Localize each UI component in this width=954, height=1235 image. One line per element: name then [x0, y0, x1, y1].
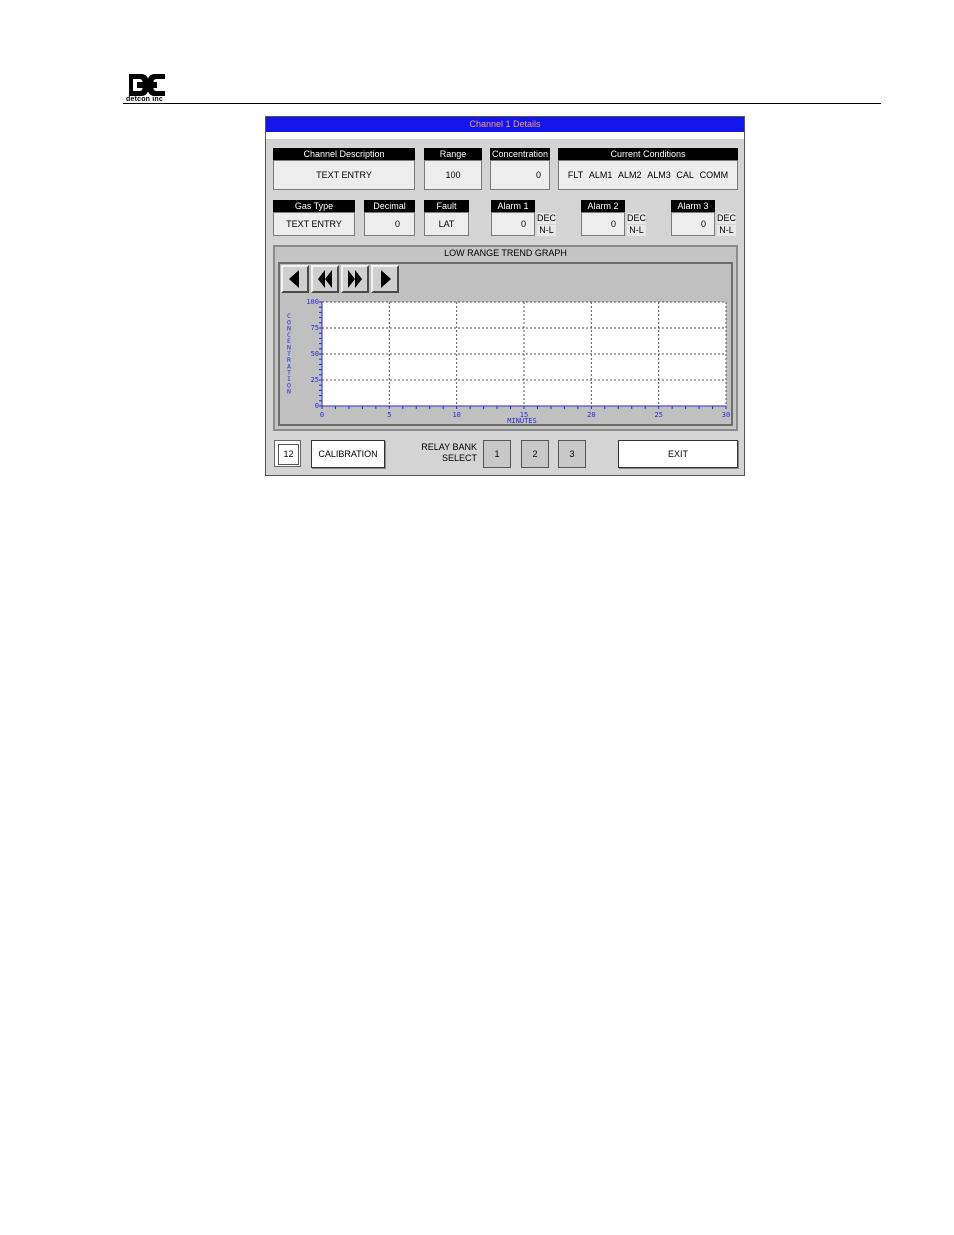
condition-alm3: ALM3: [647, 170, 671, 180]
channel-number-box[interactable]: 12: [274, 440, 301, 467]
alarm2-label: Alarm 2: [581, 200, 625, 212]
alarm3-direction[interactable]: DEC: [717, 213, 736, 224]
fault-field[interactable]: LAT: [424, 212, 469, 236]
triangle-right-icon: [381, 270, 391, 288]
relay-bank-label-line2: SELECT: [441, 453, 477, 463]
channel-number: 12: [278, 444, 299, 465]
fast-forward-button[interactable]: [341, 265, 369, 293]
y-tick-label: 100: [306, 298, 319, 306]
alarm1-field[interactable]: 0: [491, 212, 535, 236]
detcon-logo: [129, 74, 165, 96]
y-tick-label: 75: [311, 324, 319, 332]
condition-cal: CAL: [676, 170, 694, 180]
y-axis-label: CONCENTRATION: [287, 312, 291, 396]
x-tick-label: 0: [320, 411, 324, 419]
header-divider: [123, 103, 881, 104]
alarm3-field[interactable]: 0: [671, 212, 715, 236]
fault-label: Fault: [424, 200, 469, 212]
y-tick-label: 50: [311, 350, 319, 358]
trend-graph-title: LOW RANGE TREND GRAPH: [444, 248, 567, 258]
range-label: Range: [424, 148, 482, 160]
scroll-back-button[interactable]: [281, 265, 309, 293]
gas-type-label: Gas Type: [273, 200, 355, 212]
x-axis-label: MINUTES: [507, 417, 537, 424]
y-tick-label: 0: [315, 402, 319, 410]
range-field[interactable]: 100: [424, 160, 482, 190]
relay-bank-1-button[interactable]: 1: [483, 440, 511, 468]
alarm2-latch[interactable]: N-L: [627, 225, 646, 236]
title-separator: [266, 132, 744, 139]
gas-type-field[interactable]: TEXT ENTRY: [273, 212, 355, 236]
current-conditions-panel: FLT ALM1 ALM2 ALM3 CAL COMM: [558, 160, 738, 190]
alarm2-direction[interactable]: DEC: [627, 213, 646, 224]
decimal-label: Decimal: [364, 200, 415, 212]
double-chevron-left-icon: [318, 270, 332, 288]
trend-chart: 0 5 10 15 20 25 300255075100MINUTESC O N C E N T R A T I…: [287, 298, 730, 424]
channel-description-label: Channel Description: [273, 148, 415, 160]
x-tick-label: 25: [654, 411, 662, 419]
alarm1-label: Alarm 1: [491, 200, 535, 212]
concentration-label: Concentration: [490, 148, 550, 160]
x-tick-label: 30: [722, 411, 730, 419]
condition-alm2: ALM2: [618, 170, 642, 180]
window-title: Channel 1 Details: [266, 117, 744, 132]
current-conditions-label: Current Conditions: [558, 148, 738, 160]
double-chevron-right-icon: [348, 270, 362, 288]
alarm3-label: Alarm 3: [671, 200, 715, 212]
channel-description-field[interactable]: TEXT ENTRY: [273, 160, 415, 190]
condition-comm: COMM: [699, 170, 729, 180]
calibration-button[interactable]: CALIBRATION: [311, 440, 385, 468]
relay-bank-2-button[interactable]: 2: [521, 440, 549, 468]
alarm2-field[interactable]: 0: [581, 212, 625, 236]
x-tick-label: 10: [452, 411, 460, 419]
triangle-left-icon: [289, 270, 299, 288]
exit-button[interactable]: EXIT: [618, 440, 738, 468]
x-tick-label: 5: [387, 411, 391, 419]
logo-text: detcon inc: [126, 96, 164, 103]
alarm1-direction[interactable]: DEC: [537, 213, 556, 224]
alarm3-latch[interactable]: N-L: [717, 225, 736, 236]
alarm1-latch[interactable]: N-L: [537, 225, 556, 236]
x-tick-label: 20: [587, 411, 595, 419]
y-tick-label: 25: [311, 376, 319, 384]
scroll-forward-button[interactable]: [371, 265, 399, 293]
relay-bank-label-line1: RELAY BANK: [421, 442, 477, 452]
condition-flt: FLT: [567, 170, 584, 180]
relay-bank-select-label: RELAY BANK SELECT: [405, 442, 477, 464]
condition-alm1: ALM1: [588, 170, 613, 180]
concentration-field: 0: [490, 160, 550, 190]
relay-bank-3-button[interactable]: 3: [558, 440, 586, 468]
fast-back-button[interactable]: [311, 265, 339, 293]
decimal-field[interactable]: 0: [364, 212, 415, 236]
